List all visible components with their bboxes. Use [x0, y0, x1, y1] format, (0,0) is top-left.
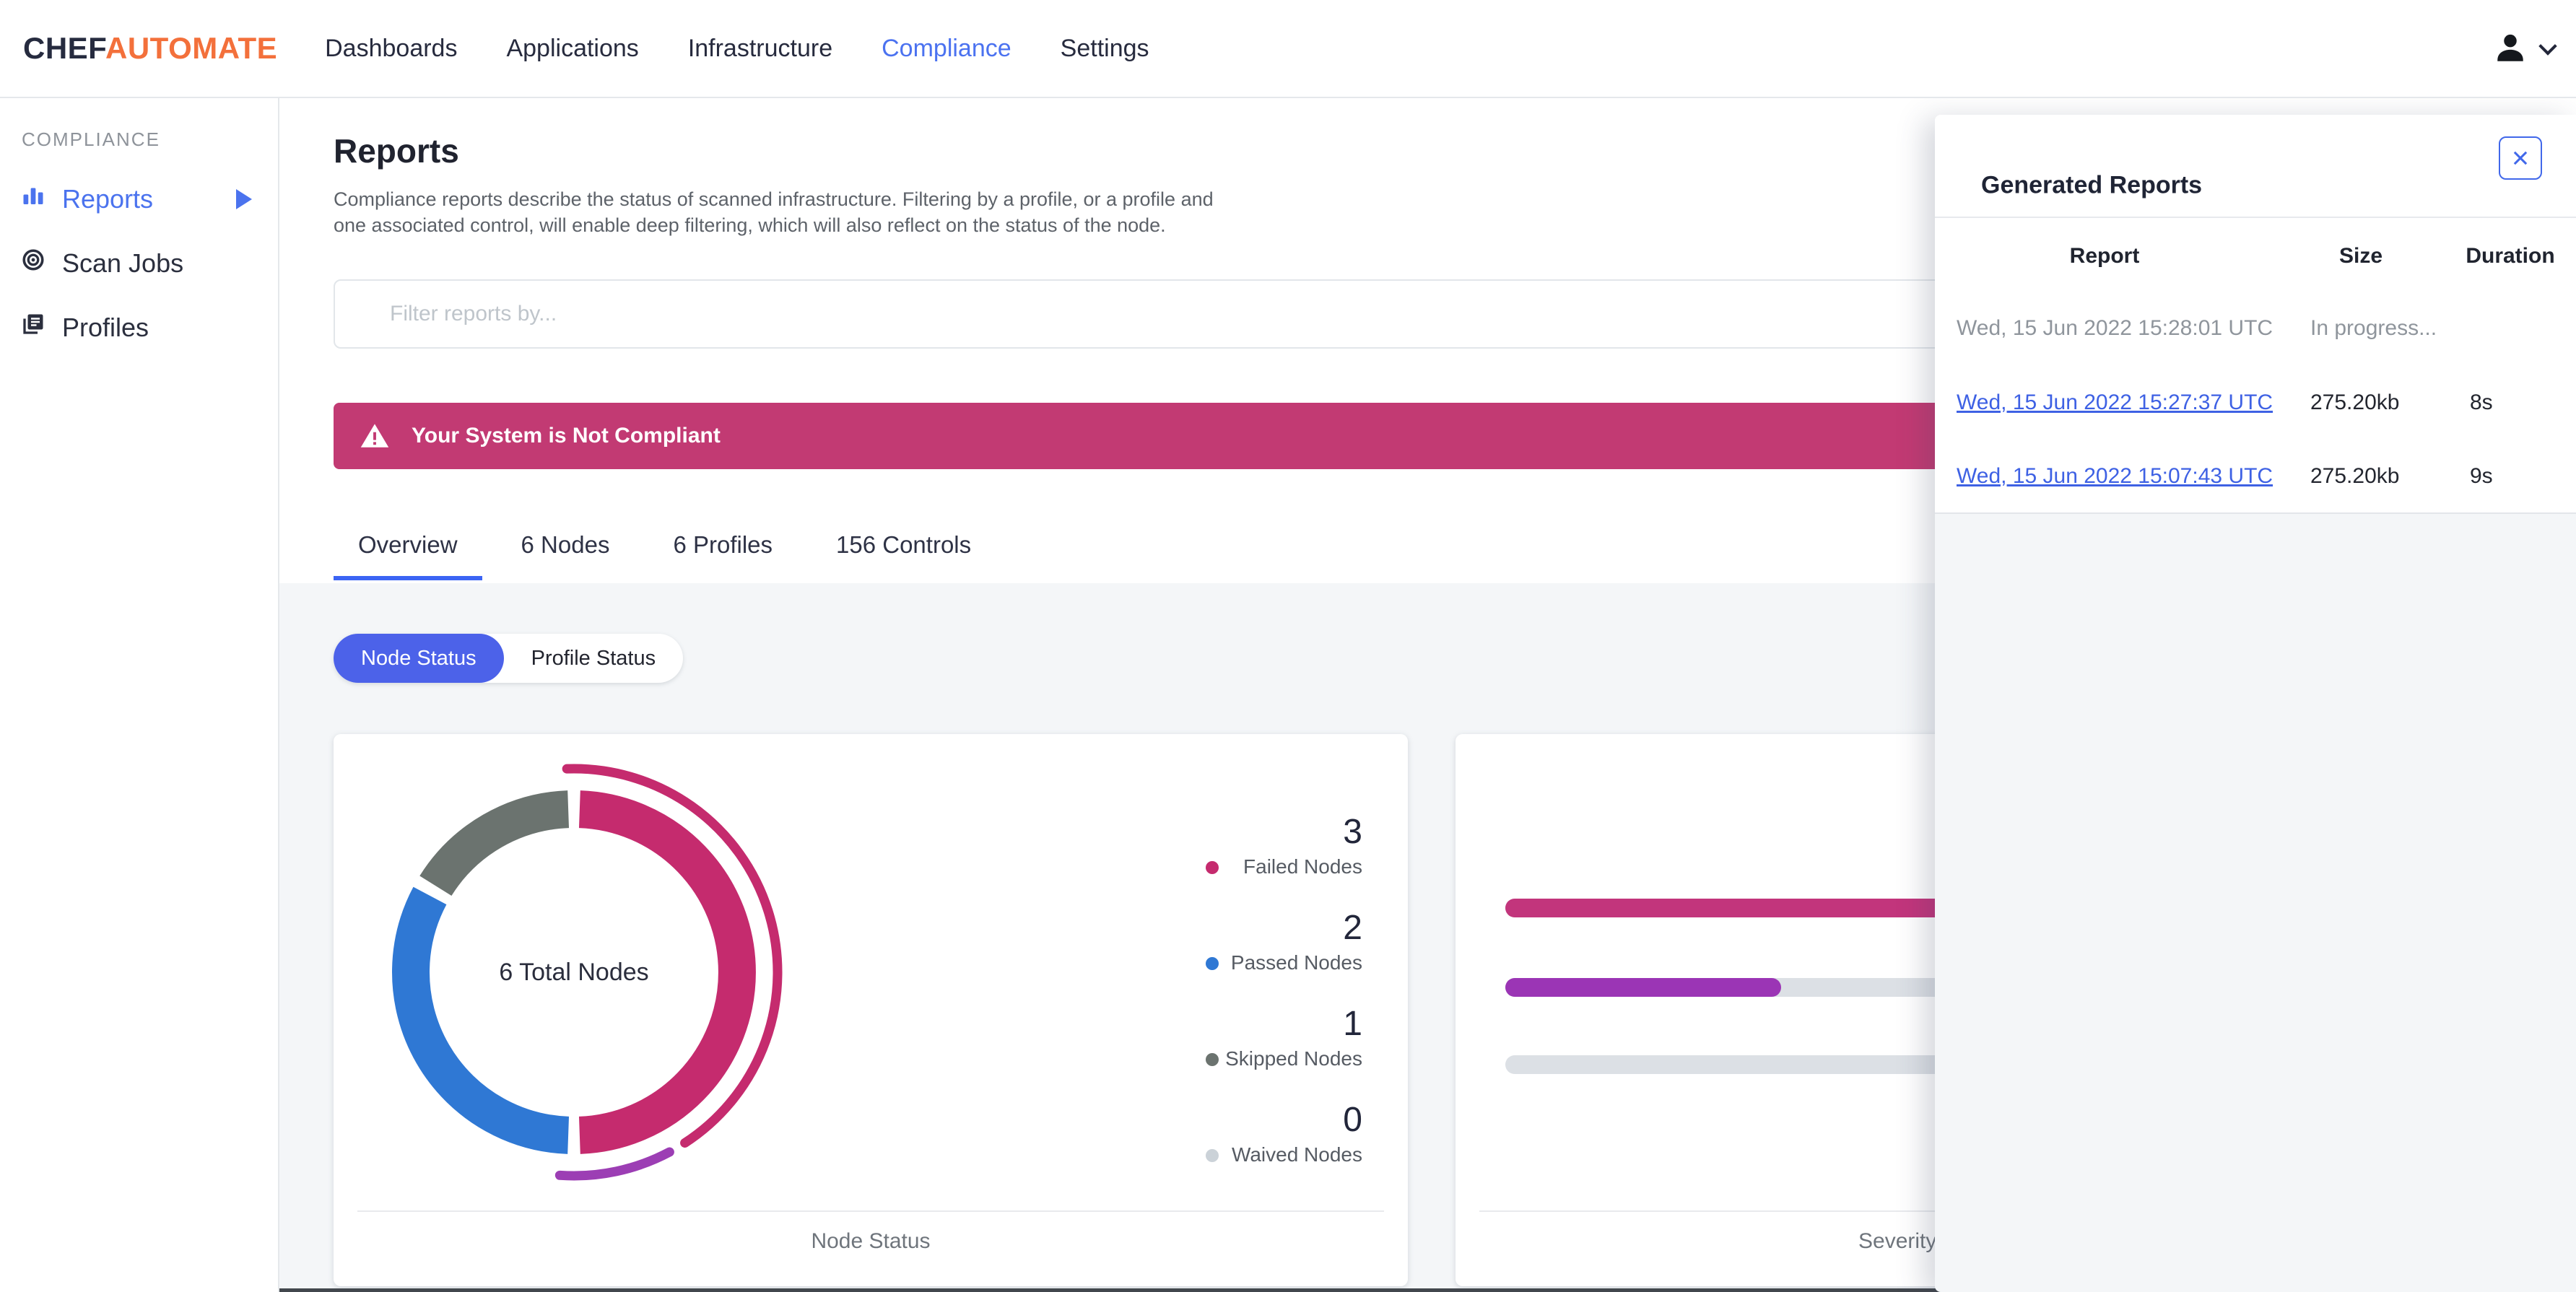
skipped-label: Skipped Nodes — [1225, 1047, 1362, 1070]
nav-dashboards[interactable]: Dashboards — [325, 35, 457, 63]
skipped-dot-icon — [1206, 1053, 1219, 1066]
top-navbar: CHEFAUTOMATE Dashboards Applications Inf… — [0, 0, 2576, 98]
node-status-toggle[interactable]: Node Status — [334, 634, 504, 683]
bar-chart-icon — [20, 183, 46, 215]
report-row-duration: 8s — [2470, 390, 2493, 414]
sidebar-item-label: Profiles — [62, 312, 149, 342]
sidebar-item-reports[interactable]: Reports — [20, 183, 278, 215]
profiles-stack-icon — [20, 311, 46, 344]
failed-count: 3 — [1343, 813, 1362, 851]
main-nav: Dashboards Applications Infrastructure C… — [325, 35, 1149, 63]
tab-overview[interactable]: Overview — [334, 531, 482, 580]
failed-label: Failed Nodes — [1243, 855, 1362, 878]
report-row-link[interactable]: Wed, 15 Jun 2022 15:07:43 UTC — [1957, 464, 2273, 489]
chef-automate-logo[interactable]: CHEFAUTOMATE — [23, 31, 277, 66]
banner-message: Your System is Not Compliant — [412, 424, 721, 448]
person-icon — [2492, 30, 2528, 69]
warning-triangle-icon — [360, 424, 389, 448]
passed-label: Passed Nodes — [1230, 951, 1362, 974]
legend-item-passed[interactable]: 2 Passed Nodes — [1146, 911, 1362, 973]
report-row-link[interactable]: Wed, 15 Jun 2022 15:27:37 UTC — [1957, 390, 2273, 415]
sidebar-section-label: COMPLIANCE — [22, 128, 160, 150]
report-tabs: Overview 6 Nodes 6 Profiles 156 Controls — [334, 531, 996, 580]
sidebar-item-scan-jobs[interactable]: Scan Jobs — [20, 247, 278, 279]
scan-target-icon — [20, 247, 46, 279]
report-row-duration: 9s — [2470, 464, 2493, 488]
severity-bar-major-fill — [1505, 978, 1781, 997]
nav-settings[interactable]: Settings — [1061, 35, 1149, 63]
report-row-date: Wed, 15 Jun 2022 15:28:01 UTC — [1957, 316, 2273, 340]
brand-chef: CHEF — [23, 31, 106, 65]
page-description: Compliance reports describe the status o… — [334, 188, 1214, 236]
waived-count: 0 — [1343, 1101, 1362, 1139]
legend-item-skipped[interactable]: 1 Skipped Nodes — [1146, 1007, 1362, 1069]
tab-controls[interactable]: 156 Controls — [811, 531, 996, 580]
node-status-card-label: Node Status — [811, 1229, 931, 1253]
passed-count: 2 — [1343, 909, 1362, 947]
profile-status-toggle[interactable]: Profile Status — [504, 634, 683, 683]
compliance-sidebar: COMPLIANCE Reports Scan Jobs Profiles — [0, 98, 279, 1292]
panel-title: Generated Reports — [1981, 171, 2203, 199]
donut-center-label: 6 Total Nodes — [499, 958, 649, 986]
report-row-size: 275.20kb — [2310, 464, 2400, 488]
chevron-down-icon — [2538, 37, 2557, 56]
user-menu[interactable] — [2492, 0, 2557, 98]
close-button[interactable] — [2499, 136, 2542, 180]
waived-label: Waived Nodes — [1231, 1143, 1362, 1166]
severity-card-label: Severity — [1858, 1229, 1937, 1253]
report-row-size: In progress... — [2310, 316, 2437, 340]
failed-dot-icon — [1206, 861, 1219, 874]
column-header-size: Size — [2338, 244, 2383, 268]
nav-applications[interactable]: Applications — [506, 35, 638, 63]
passed-dot-icon — [1206, 957, 1219, 970]
sidebar-item-label: Reports — [62, 183, 154, 214]
legend-item-failed[interactable]: 3 Failed Nodes — [1146, 815, 1362, 877]
nav-infrastructure[interactable]: Infrastructure — [688, 35, 832, 63]
column-header-report: Report — [2069, 244, 2140, 268]
generated-reports-panel: Generated Reports Report Size Duration W… — [1935, 115, 2576, 1292]
status-toggle-group: Node Status Profile Status — [334, 634, 684, 683]
sidebar-item-label: Scan Jobs — [62, 248, 184, 278]
sidebar-item-profiles[interactable]: Profiles — [20, 311, 278, 344]
node-status-card: 6 Total Nodes 3 Failed Nodes 2 Passed No… — [334, 734, 1408, 1286]
brand-automate: AUTOMATE — [105, 31, 278, 65]
close-x-icon — [2513, 151, 2528, 165]
panel-header-divider — [1935, 217, 2576, 218]
report-row-size: 275.20kb — [2310, 390, 2400, 414]
submenu-arrow-icon[interactable] — [236, 188, 252, 209]
legend-item-waived[interactable]: 0 Waived Nodes — [1146, 1103, 1362, 1165]
tab-profiles[interactable]: 6 Profiles — [648, 531, 797, 580]
nav-compliance[interactable]: Compliance — [882, 35, 1011, 63]
card-footer-divider — [357, 1210, 1384, 1212]
tab-nodes[interactable]: 6 Nodes — [497, 531, 635, 580]
skipped-count: 1 — [1343, 1005, 1362, 1043]
page-title: Reports — [334, 132, 459, 170]
app-root: CHEFAUTOMATE Dashboards Applications Inf… — [0, 0, 2576, 1292]
waived-dot-icon — [1206, 1149, 1219, 1162]
column-header-duration: Duration — [2466, 244, 2555, 268]
node-status-legend: 3 Failed Nodes 2 Passed Nodes 1 Skipped … — [1146, 815, 1362, 1199]
